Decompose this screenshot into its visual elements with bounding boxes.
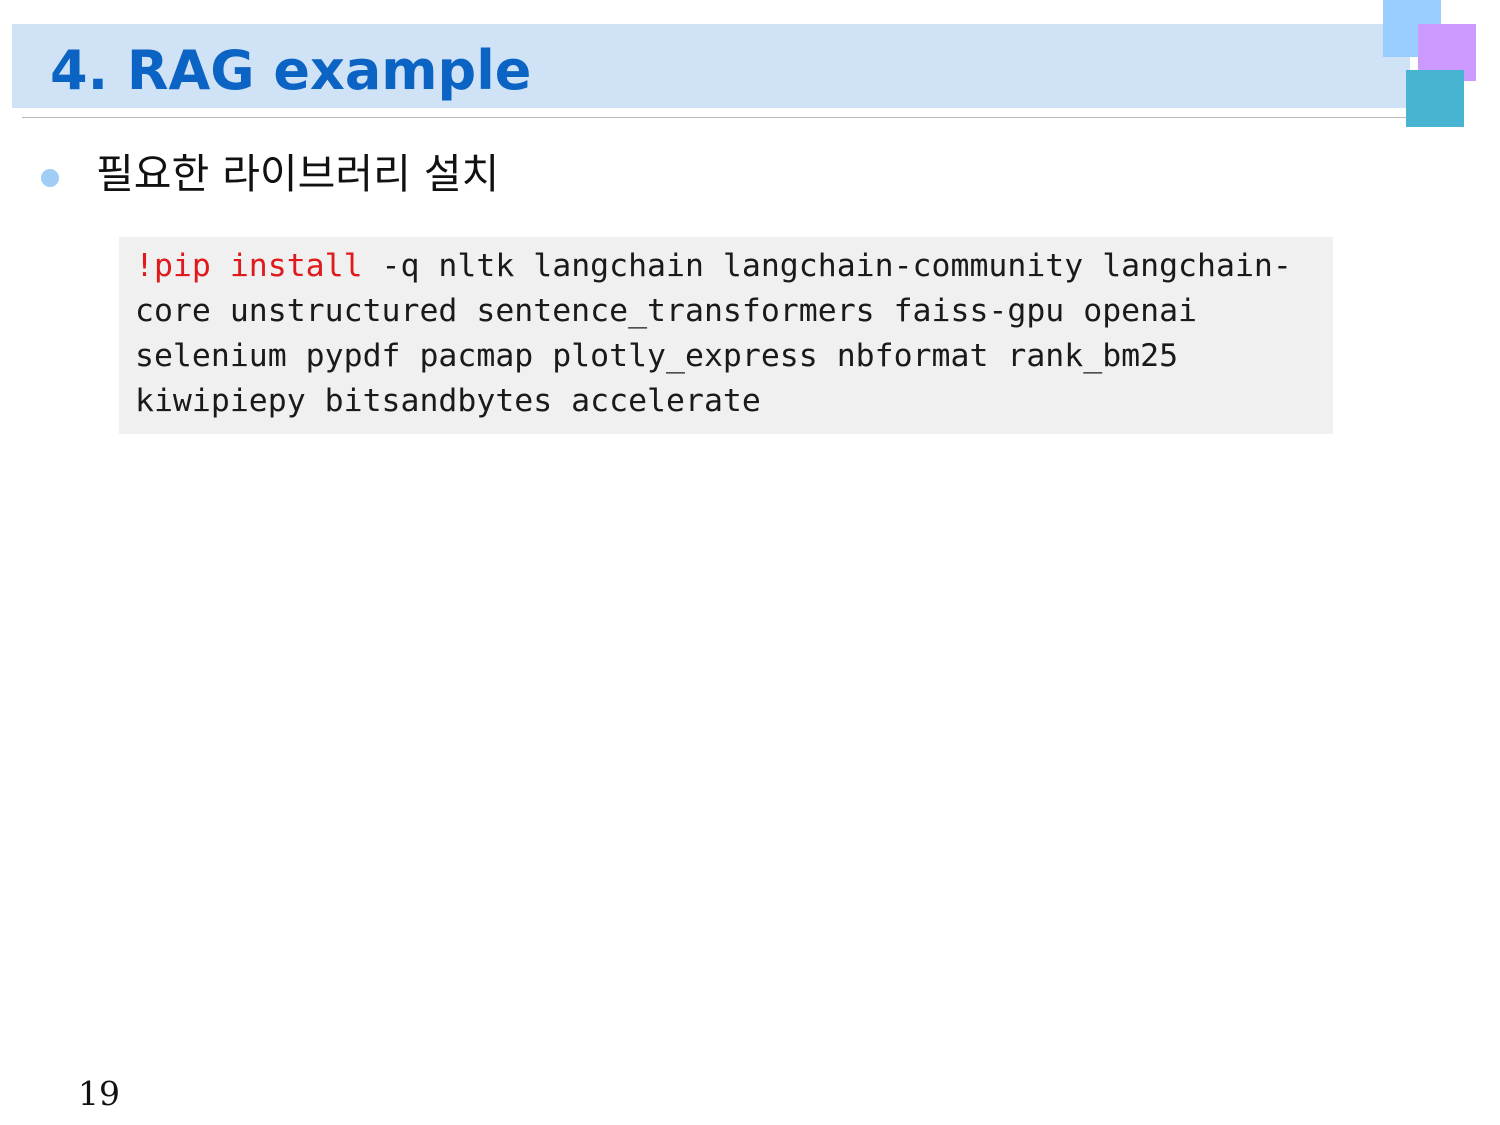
code-line: core unstructured sentence_transformers … [135,289,1325,334]
code-text: -q nltk langchain langchain-community la… [362,248,1292,284]
bullet-text: 필요한 라이브러리 설치 [96,150,500,198]
code-keyword: !pip install [135,248,363,284]
code-line: selenium pypdf pacmap plotly_express nbf… [135,334,1325,379]
slide-title: 4. RAG example [50,39,532,102]
title-divider [22,117,1412,118]
decorative-square-teal [1406,70,1464,127]
code-line: kiwipiepy bitsandbytes accelerate [135,379,1325,424]
code-text: kiwipiepy bitsandbytes accelerate [135,383,761,419]
bullet-icon [41,169,59,187]
code-text: selenium pypdf pacmap plotly_express nbf… [135,338,1179,374]
code-text: core unstructured sentence_transformers … [135,293,1198,329]
page-number: 19 [78,1074,120,1113]
code-line: !pip install -q nltk langchain langchain… [135,244,1325,289]
code-content: !pip install -q nltk langchain langchain… [135,244,1325,424]
